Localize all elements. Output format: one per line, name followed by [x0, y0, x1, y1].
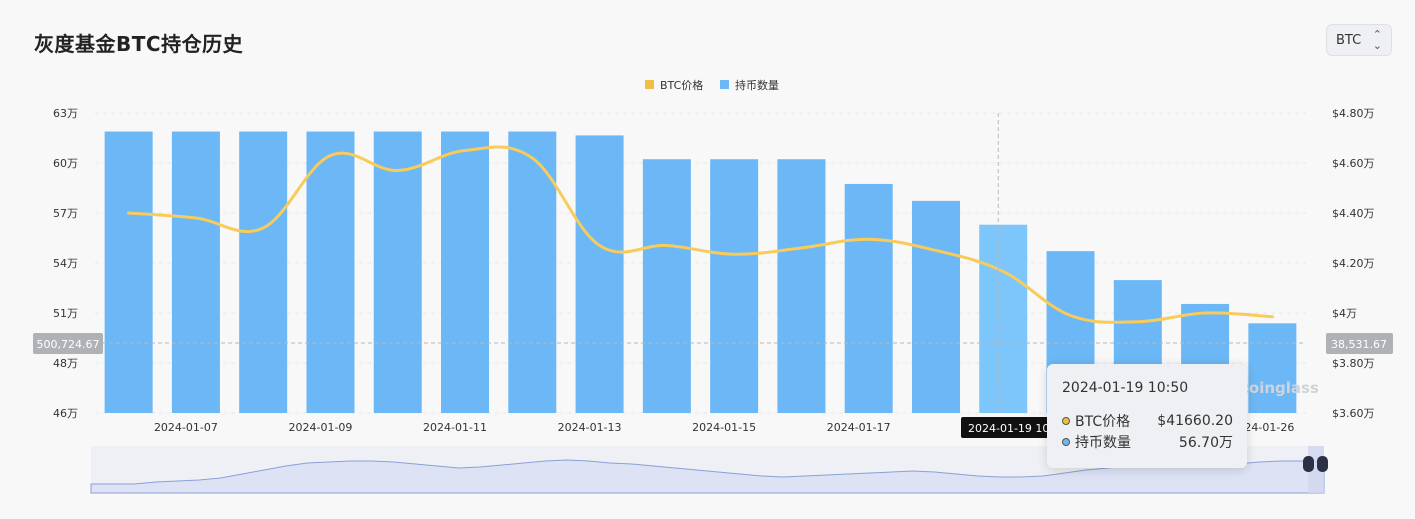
holdings-bar — [642, 159, 691, 413]
y-right-tick-label: $4.60万 — [1332, 157, 1375, 170]
axis-pointer-left-label: 500,724.67 — [37, 338, 100, 351]
y-right-tick-label: $3.60万 — [1332, 407, 1375, 420]
legend-price-label: BTC价格 — [660, 78, 703, 92]
y-right-tick-label: $4万 — [1332, 307, 1357, 320]
price-line — [127, 145, 1274, 324]
legend-price-icon — [645, 80, 654, 89]
y-right-tick-label: $4.40万 — [1332, 207, 1375, 220]
y-left-tick-label: 63万 — [53, 107, 78, 120]
holdings-bar — [575, 135, 624, 414]
price-dot-icon — [1062, 416, 1070, 425]
holdings-bar — [710, 159, 759, 413]
axis-pointer-right-label: 38,531.67 — [1331, 338, 1387, 351]
x-tick-label: 2024-01-13 — [558, 421, 622, 434]
y-right-tick-label: $4.80万 — [1332, 107, 1375, 120]
y-left-tick-label: 60万 — [53, 157, 78, 170]
tooltip-row-price: BTC价格 $41660.20 — [1062, 410, 1233, 431]
zoom-handle-right — [1317, 456, 1328, 472]
tooltip-row-holdings: 持币数量 56.70万 — [1062, 431, 1233, 452]
y-left-tick-label: 51万 — [53, 307, 78, 320]
holdings-bar — [441, 131, 490, 413]
holdings-bar — [844, 183, 893, 413]
legend-holdings-label: 持币数量 — [735, 78, 779, 92]
y-right-tick-label: $4.20万 — [1332, 257, 1375, 270]
holdings-bar — [979, 224, 1028, 413]
x-tick-label: 2024-01-17 — [827, 421, 891, 434]
x-tick-label: 2024-01-09 — [289, 421, 353, 434]
holdings-bar — [1248, 323, 1297, 413]
y-left-tick-label: 48万 — [53, 357, 78, 370]
y-left-tick-label: 57万 — [53, 207, 78, 220]
tooltip-price-name: BTC价格 — [1075, 413, 1131, 430]
holdings-bar — [104, 131, 153, 413]
holdings-bar — [777, 159, 826, 413]
tooltip-holdings-name: 持币数量 — [1075, 434, 1131, 451]
y-left-tick-label: 46万 — [53, 407, 78, 420]
x-tick-label: 2024-01-11 — [423, 421, 487, 434]
zoom-handle-left — [1303, 456, 1314, 472]
y-left-tick-label: 54万 — [53, 257, 78, 270]
tooltip-date: 2024-01-19 10:50 — [1062, 380, 1189, 396]
holdings-dot-icon — [1062, 437, 1070, 446]
tooltip-price-value: $41660.20 — [1157, 412, 1233, 429]
x-tick-label: 2024-01-15 — [692, 421, 756, 434]
holdings-bar — [306, 131, 355, 413]
holdings-bar — [239, 131, 288, 413]
holdings-bar — [373, 131, 422, 413]
tooltip-holdings-value: 56.70万 — [1178, 434, 1233, 451]
watermark-text: coinglass — [1240, 379, 1319, 397]
y-right-tick-label: $3.80万 — [1332, 357, 1375, 370]
holdings-bar — [171, 131, 220, 413]
chart-tooltip: 2024-01-19 10:50 BTC价格 $41660.20 持币数量 56… — [1047, 364, 1247, 468]
x-tick-label: 2024-01-07 — [154, 421, 218, 434]
legend-holdings-icon — [720, 80, 729, 89]
holdings-bar — [911, 200, 960, 413]
